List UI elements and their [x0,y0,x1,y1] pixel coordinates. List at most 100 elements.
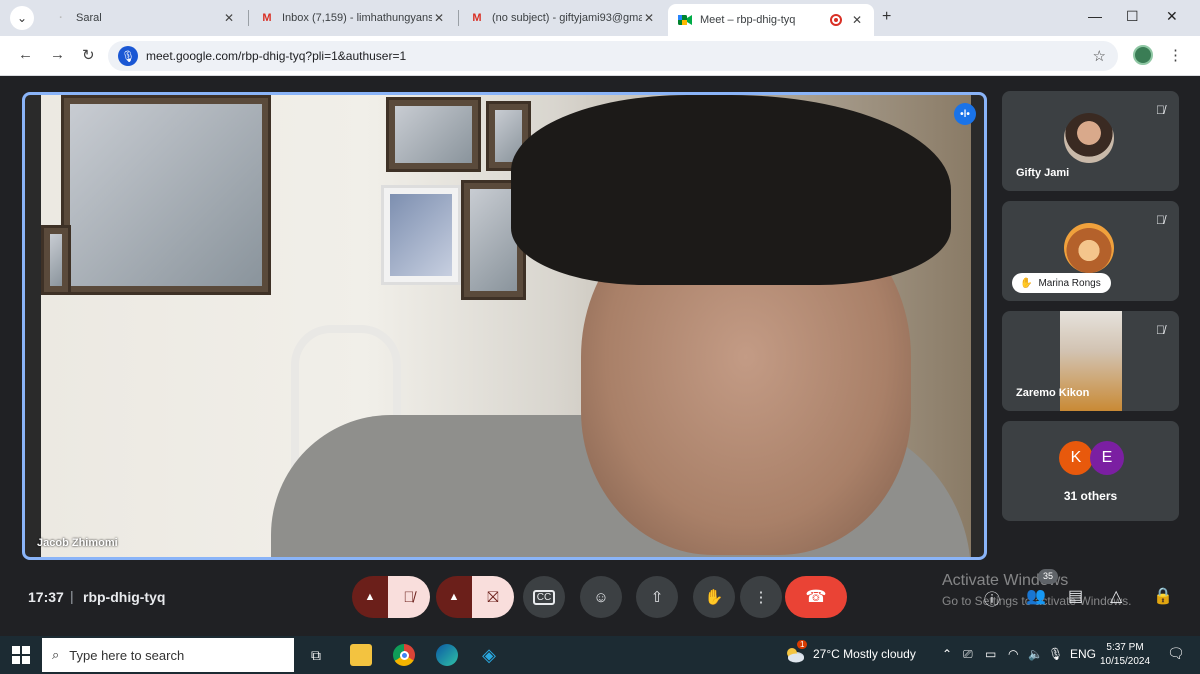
tab-saral[interactable]: · Saral ✕ [44,4,246,32]
app-icon[interactable]: ◈ [478,644,500,666]
maximize-button[interactable]: ☐ [1126,8,1139,25]
chevron-up-icon[interactable]: ▲ [436,576,472,618]
back-button[interactable]: ← [18,46,33,63]
tab-search-button[interactable]: ⌄ [10,6,34,30]
end-call-button[interactable]: ☎ [785,576,847,618]
microphone-control: ▲ 🎙̸ [352,576,430,618]
present-button[interactable]: ⇧ [636,576,678,618]
present-screen-icon: ⇧ [650,589,664,606]
weather-badge: 1 [797,640,808,649]
language-indicator[interactable]: ENG [1070,647,1096,661]
main-participant-name: Jacob Zhimomi [37,537,118,549]
search-icon: ⌕ [52,647,60,662]
meeting-code: rbp-dhig-tyq [83,589,166,605]
address-bar[interactable]: 🎙 meet.google.com/rbp-dhig-tyq?pli=1&aut… [108,41,1118,71]
volume-icon[interactable]: 🔈 [1028,647,1043,661]
wall-photo-frame [41,225,71,295]
close-icon[interactable]: ✕ [850,13,864,27]
chat-button[interactable]: ▤ [1068,586,1083,606]
kebab-icon: ⋮ [753,589,769,606]
clock-time: 5:37 PM [1106,642,1144,653]
phone-hangup-icon: ☎ [805,587,827,606]
activities-icon: △ [1110,588,1123,605]
close-icon[interactable]: ✕ [222,11,236,25]
close-icon[interactable]: ✕ [432,11,446,25]
new-tab-button[interactable]: + [882,8,891,26]
meet-area: •ǀ• Jacob Zhimomi 🎙̸ Gifty Jami 🎙̸ ✋ Mar… [0,76,1200,636]
hand-icon: ✋ [704,589,724,606]
wifi-icon[interactable]: ◠ [1008,647,1018,661]
emoji-icon: ☺ [593,588,609,606]
clock-date: 10/15/2024 [1100,656,1151,667]
recording-icon [830,14,842,26]
participant-tile[interactable]: 🎙̸ Zaremo Kikon [1002,311,1179,411]
person-hair [511,95,951,285]
raise-hand-button[interactable]: ✋ [693,576,735,618]
lock-icon: 🔒 [1153,588,1173,605]
meet-tray-icon[interactable]: ⎚ [963,647,973,662]
people-button[interactable]: 👥 [1026,586,1046,606]
close-icon[interactable]: ✕ [642,11,656,25]
activities-button[interactable]: △ [1110,586,1122,606]
tab-title: Inbox (7,159) - limhathungyans [282,12,432,24]
close-window-button[interactable]: ✕ [1166,8,1178,25]
captions-button[interactable]: CC [523,576,565,618]
avatar [1064,223,1114,273]
forward-button[interactable]: → [50,46,65,63]
windows-start-icon[interactable] [12,646,30,664]
task-view-icon[interactable]: ⧉ [305,644,327,666]
avatar: K [1059,441,1093,475]
others-tile[interactable]: K E 31 others [1002,421,1179,521]
weather-text[interactable]: 27°C Mostly cloudy [813,647,916,661]
camera-toggle-button[interactable]: ⛝ [472,576,514,618]
taskbar-search-input[interactable]: ⌕ Type here to search [42,638,294,672]
microphone-icon[interactable]: 🎙 [118,46,138,66]
tab-meet[interactable]: Meet – rbp-dhig-tyq ✕ [668,4,874,36]
screen: ⌄ · Saral ✕ M Inbox (7,159) - limhathung… [0,0,1200,674]
windows-taskbar: ⌕ Type here to search ⧉ ◈ 1 27°C Mostly … [0,636,1200,674]
participant-video [41,95,971,557]
chevron-up-icon[interactable]: ▲ [352,576,388,618]
clock[interactable]: 5:37 PM 10/15/2024 [1100,641,1150,669]
info-icon: ⓘ [984,592,1001,609]
tab-gmail-inbox[interactable]: M Inbox (7,159) - limhathungyans ✕ [250,4,456,32]
participant-name: Gifty Jami [1016,167,1070,179]
microphone-icon[interactable]: 🎙 [1048,647,1063,661]
profile-avatar[interactable] [1133,45,1153,65]
avatar [1064,113,1114,163]
search-placeholder: Type here to search [69,647,185,663]
more-options-button[interactable]: ⋮ [740,576,782,618]
host-controls-button[interactable]: 🔒 [1153,586,1173,606]
participant-name-chip: ✋ Marina Rongs [1012,273,1111,293]
minimize-button[interactable]: — [1088,8,1102,24]
tab-divider [248,10,249,26]
separator: | [70,588,74,604]
captions-icon: CC [532,589,556,605]
notifications-icon[interactable]: 🗨 [1167,645,1185,662]
chrome-icon[interactable] [393,644,415,666]
participant-tile[interactable]: 🎙̸ Gifty Jami [1002,91,1179,191]
participant-name: Marina Rongs [1038,277,1101,289]
camera-off-icon: ⛝ [487,588,499,606]
camera-control: ▲ ⛝ [436,576,514,618]
mic-off-icon: 🎙̸ [403,588,415,606]
bookmark-star-icon[interactable]: ☆ [1093,47,1106,65]
wall-photo-frame [61,95,271,295]
participant-tile[interactable]: 🎙̸ ✋ Marina Rongs [1002,201,1179,301]
reload-button[interactable]: ↻ [82,46,95,64]
meeting-info-button[interactable]: ⓘ [984,586,1000,610]
tab-divider [458,10,459,26]
file-explorer-icon[interactable] [350,644,372,666]
tab-gmail-message[interactable]: M (no subject) - giftyjami93@gma ✕ [460,4,666,32]
chevron-up-icon[interactable]: ⌃ [942,647,952,661]
edge-icon[interactable] [436,644,458,666]
reactions-button[interactable]: ☺ [580,576,622,618]
battery-icon[interactable]: ▭ [985,647,996,661]
menu-kebab-icon[interactable]: ⋮ [1168,46,1183,64]
main-video-tile[interactable]: •ǀ• Jacob Zhimomi [22,92,987,560]
tab-title: Saral [76,12,102,24]
gmail-icon: M [262,12,272,24]
mic-toggle-button[interactable]: 🎙̸ [388,576,430,618]
people-count-badge: 35 [1038,569,1058,584]
gmail-icon: M [472,12,482,24]
